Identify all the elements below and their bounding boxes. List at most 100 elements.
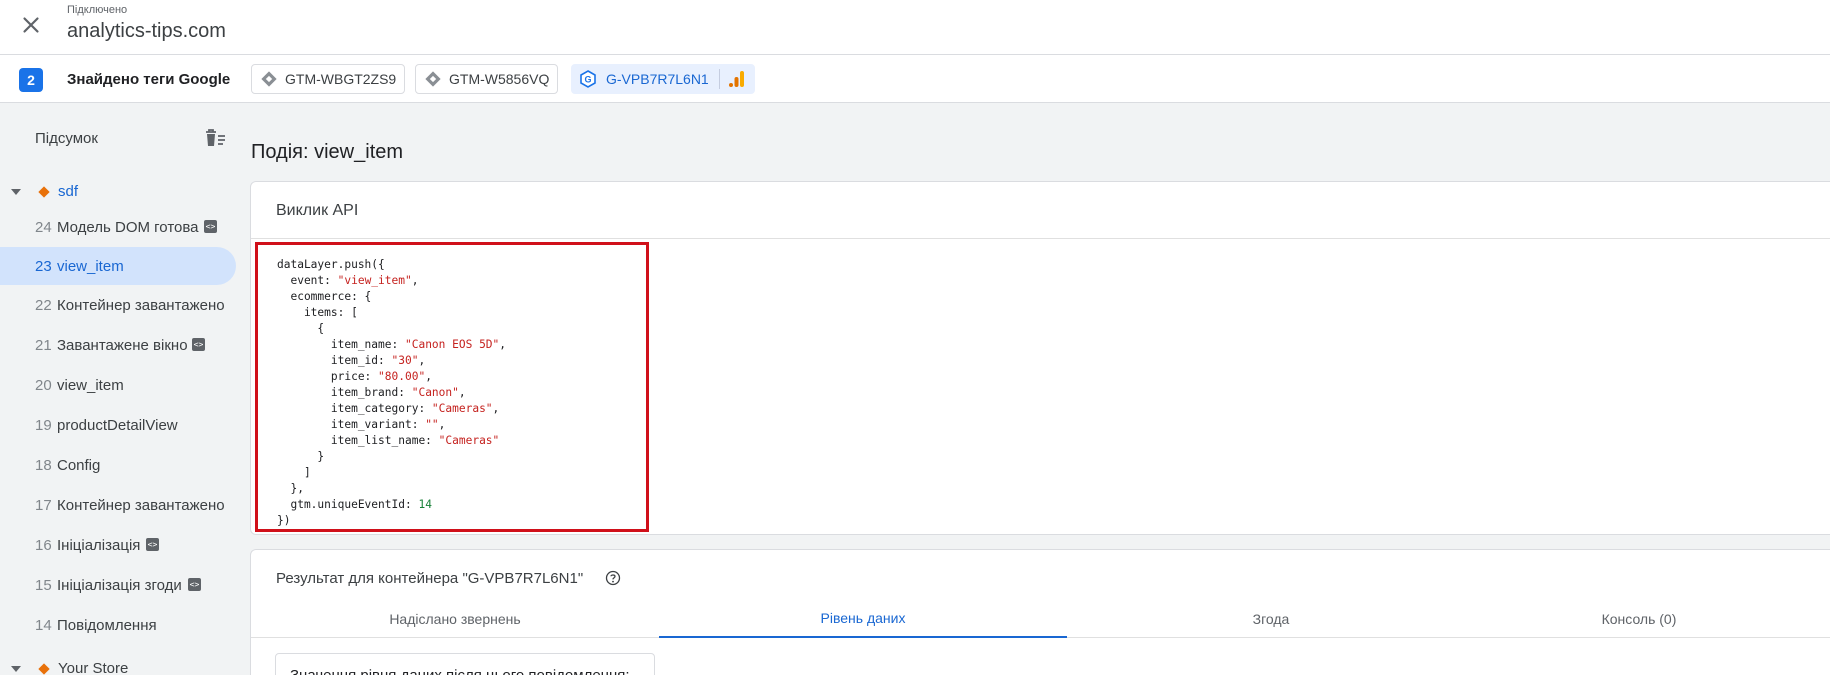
sidebar-event-15[interactable]: 15 Ініціалізація згоди <> (0, 566, 236, 604)
close-icon[interactable] (18, 12, 44, 38)
sidebar-event-24[interactable]: 24 Модель DOM готова <> (0, 208, 236, 246)
sidebar-event-20[interactable]: 20 view_item (0, 366, 236, 404)
code-key: item_list_name: (277, 434, 439, 447)
code-key: item_variant: (277, 418, 426, 431)
code-number: 14 (418, 498, 432, 511)
code-key: item_category: (277, 402, 432, 415)
sidebar-event-22[interactable]: 22 Контейнер завантажено (0, 286, 236, 324)
gtm-icon (261, 71, 277, 87)
clear-trash-icon[interactable] (203, 127, 227, 149)
site-name: analytics-tips.com (67, 20, 226, 42)
code-icon: <> (188, 578, 201, 591)
event-label: Контейнер завантажено (57, 297, 224, 314)
code-line: } (277, 450, 325, 463)
summary-row[interactable]: Підсумок (0, 103, 240, 173)
code-line: { (277, 322, 325, 335)
code-icon: <> (192, 338, 205, 351)
summary-label: Підсумок (35, 130, 98, 147)
code-line: dataLayer.push({ (277, 258, 385, 271)
chip-divider (718, 69, 720, 89)
event-label: Ініціалізація згоди (57, 577, 182, 594)
event-number: 22 (35, 297, 52, 314)
result-title: Результат для контейнера "G-VPB7R7L6N1" (276, 570, 584, 587)
tab-hits-sent[interactable]: Надіслано звернень (251, 600, 659, 638)
tag-chip-gtm-wbgt2zs9[interactable]: GTM-WBGT2ZS9 (251, 64, 406, 94)
code-key: item_brand: (277, 386, 412, 399)
group-label: Your Store (58, 660, 129, 675)
sidebar-group-your-store[interactable]: Your Store (0, 651, 240, 675)
google-analytics-icon (728, 71, 744, 87)
tag-chip-label: G-VPB7R7L6N1 (606, 71, 709, 87)
code-line: ] (277, 466, 311, 479)
code-string: "80.00" (378, 370, 426, 383)
tag-chip-label: GTM-W5856VQ (449, 71, 550, 87)
result-tabs: Надіслано звернень Рівень даних Згода Ко… (251, 600, 1830, 638)
code-string: "30" (391, 354, 419, 367)
code-string: "Canon EOS 5D" (404, 338, 500, 351)
code-key: event: (277, 274, 338, 287)
tag-chip-gtm-w5856vq[interactable]: GTM-W5856VQ (415, 64, 559, 94)
code-line: }) (277, 514, 291, 527)
code-key: item_name: (277, 338, 405, 351)
tag-chip-label: GTM-WBGT2ZS9 (285, 71, 397, 87)
event-number: 19 (35, 417, 52, 434)
caret-down-icon[interactable] (10, 664, 22, 674)
code-icon: <> (204, 220, 217, 233)
code-string: "" (425, 418, 439, 431)
event-number: 18 (35, 457, 52, 474)
code-key: price: (277, 370, 379, 383)
sidebar-event-17[interactable]: 17 Контейнер завантажено (0, 486, 236, 524)
code-line: items: [ (277, 306, 358, 319)
code-key: item_id: (277, 354, 392, 367)
tag-count-badge: 2 (19, 68, 43, 92)
event-title: Подія: view_item (251, 141, 404, 163)
code-string: "Cameras" (431, 402, 493, 415)
sidebar-event-23[interactable]: 23 view_item (0, 247, 236, 285)
sidebar-event-16[interactable]: 16 Ініціалізація <> (0, 526, 236, 564)
tab-console[interactable]: Консоль (0) (1435, 600, 1830, 638)
caret-down-icon[interactable] (10, 187, 22, 197)
top-bar: Підключено analytics-tips.com (0, 0, 1830, 55)
event-label: Модель DOM готова (57, 219, 199, 236)
diamond-icon (38, 186, 50, 198)
diamond-icon (38, 663, 50, 675)
event-label: view_item (57, 377, 124, 394)
event-number: 23 (35, 258, 52, 275)
group-label: sdf (58, 183, 79, 200)
event-label: view_item (57, 258, 124, 275)
code-string: "view_item" (337, 274, 412, 287)
event-label: Config (57, 457, 101, 474)
datalayer-code: dataLayer.push({ event: "view_item", eco… (277, 258, 507, 527)
tags-found-label: Знайдено теги Google (67, 71, 231, 88)
code-icon: <> (146, 538, 159, 551)
code-string: "Canon" (411, 386, 459, 399)
data-layer-note: Значення рівня даних після цього повідом… (290, 667, 630, 675)
card-divider (251, 238, 1830, 239)
event-number: 17 (35, 497, 52, 514)
api-call-card: Виклик API dataLayer.push({ event: "view… (250, 181, 1830, 535)
api-card-title: Виклик API (276, 202, 359, 219)
gtm-icon (425, 71, 441, 87)
code-line: ecommerce: { (277, 290, 372, 303)
sidebar: Підсумок sdf 24 Модель DOM готова <> 23 … (0, 103, 240, 675)
tab-data-layer[interactable]: Рівень даних (659, 600, 1067, 638)
data-layer-values-box: Значення рівня даних після цього повідом… (275, 653, 655, 675)
sidebar-group-sdf[interactable]: sdf (0, 174, 240, 210)
svg-text:G: G (584, 75, 591, 85)
event-label: productDetailView (57, 417, 178, 434)
event-number: 20 (35, 377, 52, 394)
event-number: 16 (35, 537, 52, 554)
event-label: Завантажене вікно (57, 337, 188, 354)
sidebar-event-18[interactable]: 18 Config (0, 446, 236, 484)
help-icon[interactable] (605, 570, 621, 586)
highlight-box: dataLayer.push({ event: "view_item", eco… (255, 242, 649, 532)
event-label: Контейнер завантажено (57, 497, 224, 514)
tab-consent[interactable]: Згода (1067, 600, 1475, 638)
result-card: Результат для контейнера "G-VPB7R7L6N1" … (250, 549, 1830, 675)
sidebar-event-19[interactable]: 19 productDetailView (0, 406, 236, 444)
sidebar-event-21[interactable]: 21 Завантажене вікно <> (0, 326, 236, 364)
sidebar-event-14[interactable]: 14 Повідомлення (0, 606, 236, 644)
tag-chip-g-vpb7r7l6n1[interactable]: G G-VPB7R7L6N1 (571, 64, 755, 94)
code-key: gtm.uniqueEventId: (277, 498, 419, 511)
tags-bar: 2 Знайдено теги Google GTM-WBGT2ZS9 GTM-… (0, 55, 1830, 103)
